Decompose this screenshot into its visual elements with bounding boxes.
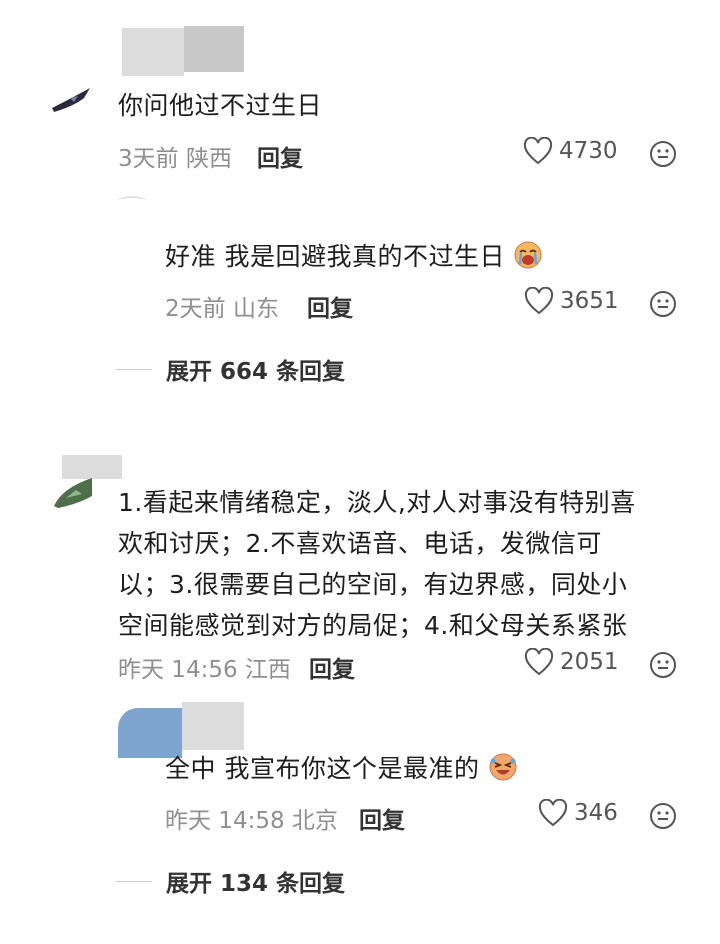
reply-text: 全中 我宣布你这个是最准的 [165, 748, 518, 789]
reply-time: 2天前 [165, 296, 226, 322]
comment-meta: 昨天 14:56 江西 [118, 650, 291, 684]
heart-outline-icon [524, 648, 554, 676]
comment-text: 1.看起来情绪稳定，淡人,对人对事没有特别喜 欢和讨厌；2.不喜欢语音、电话，发… [118, 482, 678, 646]
smiley-face-icon[interactable] [648, 801, 678, 831]
comment-location: 陕西 [185, 146, 232, 172]
like-button[interactable]: 3651 [524, 287, 619, 315]
comment-text-line: 欢和讨厌；2.不喜欢语音、电话，发微信可 [118, 529, 602, 558]
reply-location: 北京 [291, 808, 338, 834]
like-button[interactable]: 346 [538, 799, 618, 827]
reply-button[interactable]: 回复 [359, 801, 405, 835]
like-count: 4730 [559, 138, 618, 164]
reply-location: 山东 [232, 296, 279, 322]
comment-time: 3天前 [118, 146, 179, 172]
reply-text-content: 全中 我宣布你这个是最准的 [165, 754, 480, 783]
avatar[interactable] [50, 84, 94, 118]
reply-meta: 2天前 山东 [165, 289, 279, 323]
reply-time: 昨天 14:58 [165, 808, 285, 834]
reply-button[interactable]: 回复 [309, 650, 355, 684]
like-button[interactable]: 4730 [523, 137, 618, 165]
comment-text: 你问他过不过生日 [118, 91, 323, 120]
blurred-username [182, 702, 244, 750]
comment-text-line: 以；3.很需要自己的空间，有边界感，同处小 [118, 570, 628, 599]
divider [116, 880, 152, 882]
heart-outline-icon [523, 137, 553, 165]
blurred-username [122, 28, 184, 76]
divider [116, 368, 152, 370]
expand-replies-label: 展开 664 条回复 [166, 359, 346, 385]
laughing-tears-emoji [489, 753, 517, 781]
expand-replies-button[interactable]: 展开 134 条回复 [116, 864, 345, 898]
comment-meta: 3天前 陕西 [118, 139, 232, 173]
like-button[interactable]: 2051 [524, 648, 619, 676]
reply-text-content: 好准 我是回避我真的不过生日 [165, 242, 505, 271]
like-count: 346 [574, 800, 618, 826]
comment-text-line: 空间能感觉到对方的局促；4.和父母关系紧张 [118, 611, 628, 640]
expand-replies-label: 展开 134 条回复 [166, 871, 346, 897]
like-count: 2051 [560, 649, 619, 675]
comment-text-line: 1.看起来情绪稳定，淡人,对人对事没有特别喜 [118, 488, 636, 517]
avatar[interactable] [118, 196, 146, 206]
smiley-face-icon[interactable] [648, 289, 678, 319]
heart-outline-icon [538, 799, 568, 827]
smiley-face-icon[interactable] [648, 139, 678, 169]
reply-button[interactable]: 回复 [257, 139, 303, 173]
reply-text: 好准 我是回避我真的不过生日 [165, 236, 543, 277]
reply-meta: 昨天 14:58 北京 [165, 801, 338, 835]
blurred-username [184, 26, 244, 72]
comment-location: 江西 [244, 657, 291, 683]
heart-outline-icon [524, 287, 554, 315]
like-count: 3651 [560, 288, 619, 314]
comment-time: 昨天 14:56 [118, 657, 238, 683]
avatar[interactable] [52, 476, 96, 510]
crying-face-emoji [514, 241, 542, 269]
reply-button[interactable]: 回复 [307, 289, 353, 323]
smiley-face-icon[interactable] [648, 650, 678, 680]
expand-replies-button[interactable]: 展开 664 条回复 [116, 352, 345, 386]
